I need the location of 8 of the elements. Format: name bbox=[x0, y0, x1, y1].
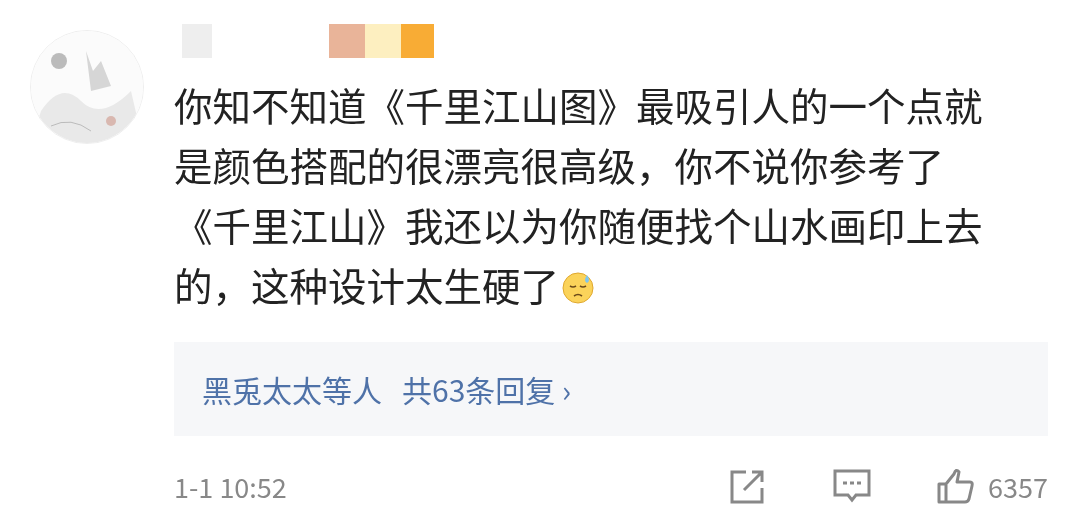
reply-count-link[interactable]: 共63条回复 › bbox=[402, 367, 572, 411]
thumbs-up-icon[interactable] bbox=[936, 466, 977, 506]
comment-text: 你知不知道《千里江山图》最吸引人的一个点就 是颜色搭配的很漂亮很高级，你不说你参考了 《千里江山》我还以为你随便找个山水画印上去 的，这种设计太生硬了 bbox=[174, 75, 984, 314]
sweat-face-icon bbox=[561, 271, 595, 305]
reply-names: 黑兎太太等人 bbox=[202, 367, 382, 411]
replies-panel[interactable]: 黑兎太太等人 共63条回复 › bbox=[174, 342, 1048, 436]
like-count: 6357 bbox=[988, 466, 1048, 506]
comment-time: 1-1 10:52 bbox=[174, 466, 288, 506]
